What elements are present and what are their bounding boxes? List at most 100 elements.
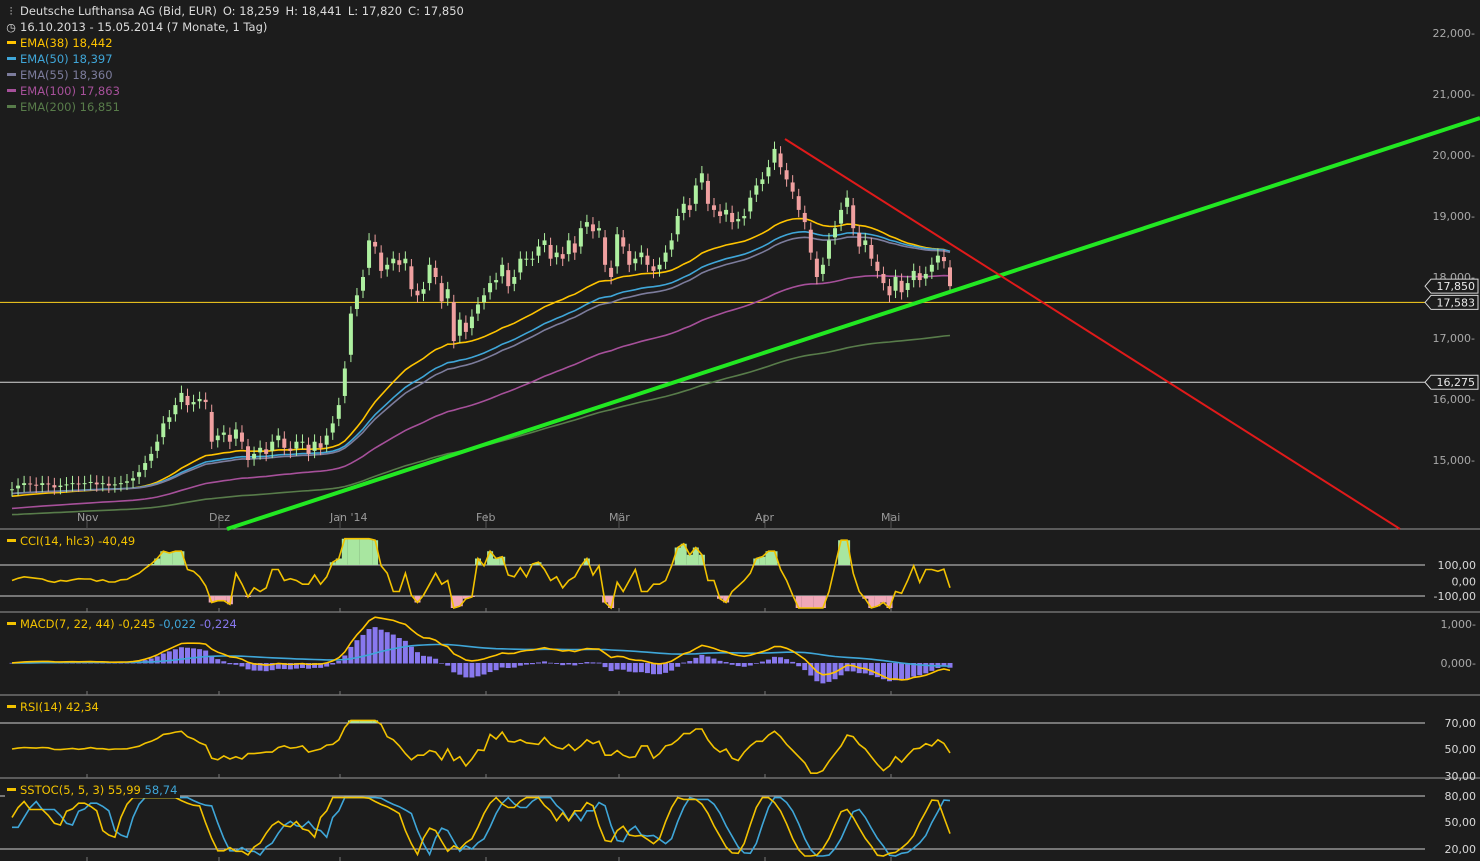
- price-tick-label: 16,000-: [1433, 393, 1475, 406]
- candle-body: [669, 240, 674, 250]
- price-tick-label: 20,000-: [1433, 149, 1475, 162]
- candle-body: [621, 237, 626, 247]
- candle-body: [106, 483, 111, 486]
- candle-body: [360, 277, 365, 291]
- candle-body: [52, 485, 57, 488]
- legend-label: EMA(200): [20, 100, 76, 114]
- macd-histogram-bar: [590, 662, 596, 664]
- candle-body: [857, 232, 862, 247]
- legend-value: 18,442: [72, 36, 113, 50]
- candle-body: [572, 243, 577, 253]
- macd-histogram-bar: [868, 663, 874, 676]
- cci-oversold-fill: [208, 596, 893, 608]
- indicator-swatch: [7, 539, 16, 542]
- macd-histogram-bar: [481, 663, 487, 675]
- candle-body: [300, 441, 305, 443]
- high-value: H: 18,441: [285, 4, 342, 18]
- candle-body: [693, 185, 698, 204]
- candle-body: [191, 402, 196, 405]
- macd-histogram-bar: [578, 663, 584, 664]
- candle-body: [826, 240, 831, 259]
- candle-body: [209, 411, 214, 442]
- month-label: Mär: [609, 511, 630, 524]
- macd-histogram-bar: [687, 661, 693, 664]
- legend-value: 18,397: [72, 52, 113, 66]
- candle-body: [324, 435, 329, 445]
- macd-histogram-bar: [614, 663, 620, 670]
- candle-body: [288, 448, 293, 451]
- macd-histogram-bar: [735, 663, 741, 667]
- price-tag-label: 17,583: [1437, 296, 1476, 309]
- macd-histogram-bar: [529, 663, 535, 665]
- legend-item-ema: EMA(100) 17,863: [5, 84, 123, 99]
- macd-histogram-bar: [493, 663, 499, 671]
- close-value: C: 17,850: [408, 4, 464, 18]
- macd-histogram-bar: [669, 663, 675, 671]
- candle-body: [403, 258, 408, 264]
- macd-histogram-bar: [215, 659, 221, 664]
- candle-body: [615, 234, 620, 267]
- macd-histogram-bar: [463, 663, 469, 678]
- macd-tick-label: 0,000-: [1441, 657, 1476, 670]
- candle-body: [391, 258, 396, 264]
- candle-body: [718, 211, 723, 216]
- month-label: Jan '14: [329, 511, 367, 524]
- legend-item-ema: EMA(200) 16,851: [5, 100, 123, 115]
- macd-histogram-bar: [717, 660, 723, 664]
- candle-body: [373, 241, 378, 247]
- macd-histogram-bar: [427, 656, 433, 664]
- candle-body: [227, 434, 232, 442]
- candle-body: [348, 313, 353, 355]
- macd-histogram-bar: [584, 662, 590, 664]
- candle-body: [627, 251, 632, 265]
- candle-body: [554, 252, 559, 258]
- candle-body: [397, 260, 402, 265]
- sstoc-tick-label: 50,00: [1445, 816, 1477, 829]
- legend-label: EMA(55): [20, 68, 69, 82]
- macd-histogram-bar: [433, 658, 439, 664]
- candle-body: [645, 255, 650, 265]
- macd-histogram-bar: [899, 663, 905, 681]
- macd-histogram-bar: [644, 663, 650, 674]
- candle-body: [881, 273, 886, 284]
- macd-histogram-bar: [675, 663, 681, 667]
- indicator-swatch: [7, 788, 16, 791]
- macd-histogram-bar: [233, 663, 239, 665]
- candle-body: [46, 483, 51, 485]
- candle-body: [40, 483, 45, 486]
- candle-body: [457, 319, 462, 336]
- macd-histogram-bar: [348, 646, 354, 664]
- candle-body: [10, 489, 14, 491]
- macd-histogram-bar: [850, 663, 856, 672]
- price-tick-label: 19,000-: [1433, 210, 1475, 223]
- price-tick-label: 17,000-: [1433, 332, 1475, 345]
- legend-value: 16,851: [79, 100, 120, 114]
- cci-label: CCI(14, hlc3) -40,49: [5, 534, 139, 549]
- candle-body: [415, 290, 420, 296]
- legend-label: EMA(38): [20, 36, 69, 50]
- open-value: O: 18,259: [222, 4, 280, 18]
- macd-histogram-bar: [414, 652, 420, 664]
- support-trendline: [226, 116, 1480, 531]
- candle-body: [294, 441, 299, 449]
- candle-body: [833, 228, 838, 238]
- sstoc-tick-label: 80,00: [1445, 790, 1477, 803]
- candle-body: [22, 483, 27, 486]
- candle-body: [657, 264, 662, 270]
- legend-swatch: [7, 89, 16, 92]
- macd-histogram-bar: [693, 657, 699, 664]
- indicator-swatch: [7, 622, 16, 625]
- candle-body: [839, 209, 844, 224]
- candle-body: [488, 283, 493, 293]
- candle-body: [917, 273, 922, 281]
- candle-body: [584, 222, 589, 227]
- macd-histogram-bar: [245, 663, 251, 670]
- candle-body: [845, 197, 850, 207]
- candle-body: [705, 180, 710, 204]
- candles: [10, 141, 952, 497]
- candle-body: [784, 170, 789, 180]
- macd-histogram-bar: [408, 646, 414, 664]
- cci-tick-label: 100,00: [1438, 559, 1477, 572]
- macd-histogram-bar: [663, 663, 669, 673]
- candle-body: [560, 254, 565, 259]
